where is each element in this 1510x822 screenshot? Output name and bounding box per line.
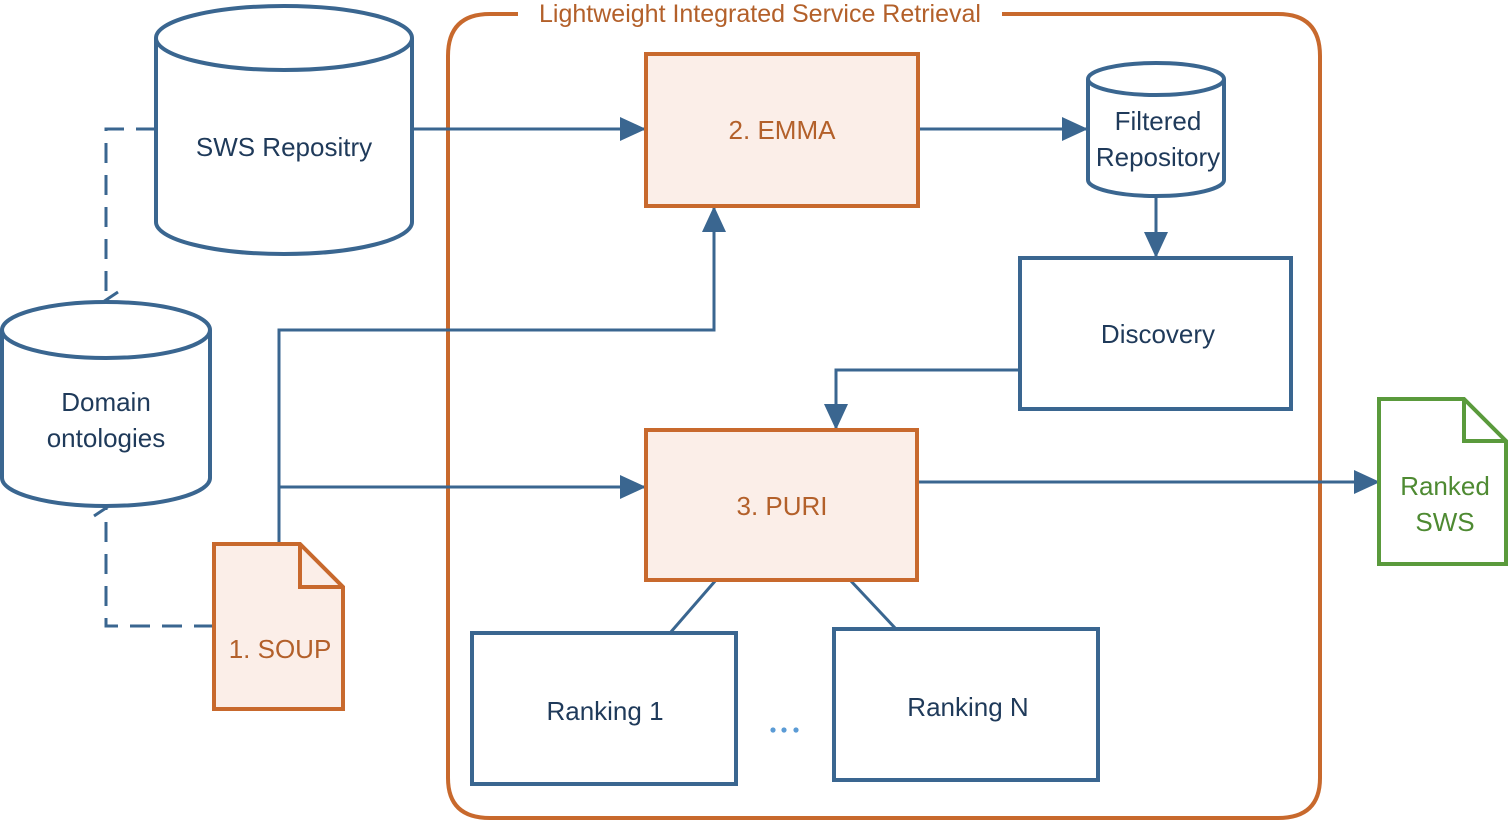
ellipsis-dot	[770, 727, 776, 733]
soup-label: 1. SOUP	[229, 634, 332, 664]
puri-box[interactable]: 3. PURI	[644, 428, 919, 582]
domain-ontologies-label-line2: ontologies	[47, 423, 166, 453]
edge-puri-to-ranking-n	[848, 578, 898, 631]
discovery-box[interactable]: Discovery	[1018, 256, 1293, 411]
soup-document-body	[212, 542, 345, 711]
sws-repository-label: SWS Repositry	[196, 132, 372, 162]
ranked-sws-document[interactable]: Ranked SWS	[1377, 397, 1508, 566]
domain-ontologies-label-line1: Domain	[61, 387, 151, 417]
domain-ontologies-top	[0, 300, 212, 360]
ranked-sws-label-line1: Ranked	[1400, 471, 1490, 501]
emma-label: 2. EMMA	[729, 115, 837, 145]
ranking-n-box[interactable]: Ranking N	[832, 627, 1100, 782]
ranking-ellipsis	[770, 727, 799, 733]
filtered-repository-label-line2: Repository	[1096, 142, 1220, 172]
edge-discovery-to-puri	[824, 368, 1020, 430]
ellipsis-dot	[793, 727, 799, 733]
emma-box[interactable]: 2. EMMA	[644, 52, 920, 208]
edge-sws-to-ontologies	[103, 127, 156, 310]
edge-puri-to-ranking-1	[668, 579, 718, 634]
filtered-repository-label-line1: Filtered	[1115, 106, 1202, 136]
ranking-n-label: Ranking N	[907, 692, 1028, 722]
sws-repository-top	[154, 4, 414, 72]
ellipsis-dot	[781, 727, 787, 733]
ranking-1-label: Ranking 1	[546, 696, 663, 726]
domain-ontologies[interactable]: Domain ontologies	[0, 300, 212, 508]
container-title: Lightweight Integrated Service Retrieval	[539, 0, 981, 28]
architecture-diagram: Lightweight Integrated Service Retrieval…	[0, 0, 1508, 820]
ranked-sws-label-line2: SWS	[1415, 507, 1474, 537]
ranking-1-box[interactable]: Ranking 1	[470, 631, 738, 786]
soup-document[interactable]: 1. SOUP	[212, 542, 345, 711]
discovery-label: Discovery	[1101, 319, 1215, 349]
puri-label: 3. PURI	[736, 491, 827, 521]
edge-soup-to-ontologies	[93, 498, 214, 628]
sws-repository[interactable]: SWS Repositry	[154, 4, 414, 256]
filtered-repository-top	[1086, 61, 1226, 97]
filtered-repository[interactable]: Filtered Repository	[1086, 61, 1226, 198]
